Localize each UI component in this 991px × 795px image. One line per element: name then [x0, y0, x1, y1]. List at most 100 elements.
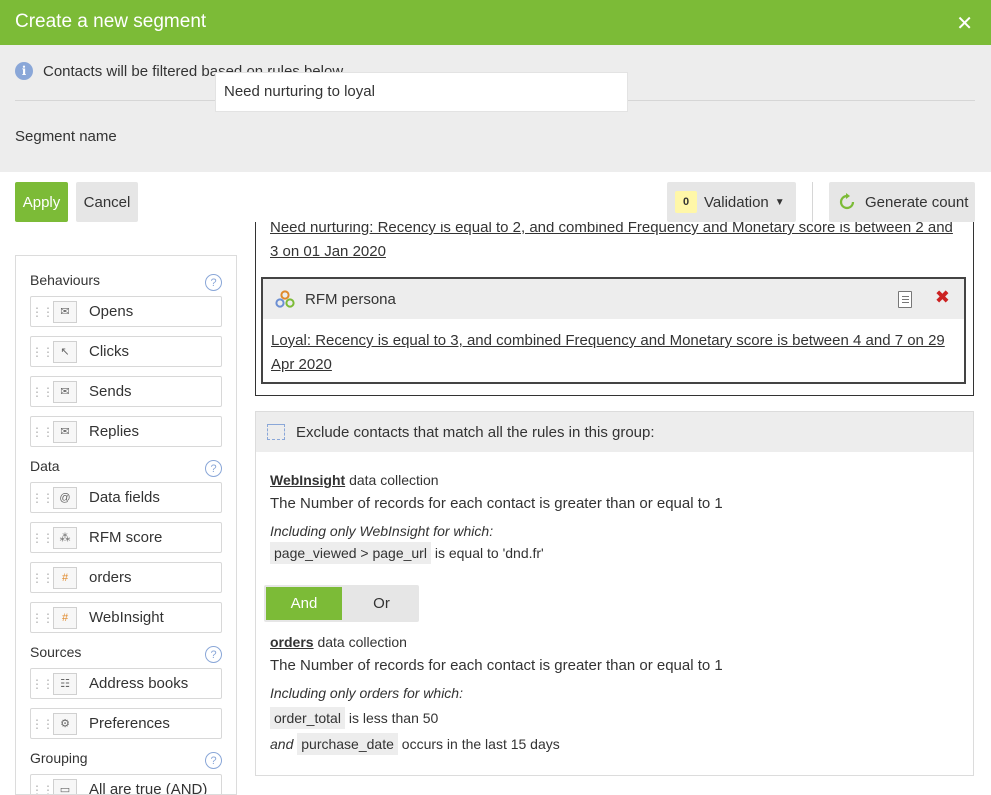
sidebar-item-label: Replies	[89, 423, 139, 440]
orders-collection-link[interactable]: orders	[270, 634, 314, 650]
help-icon[interactable]: ?	[205, 752, 222, 769]
help-icon[interactable]: ?	[205, 646, 222, 663]
sidebar-item-webinsight[interactable]: ⋮⋮ # WebInsight	[30, 602, 222, 633]
address-book-icon: ☷	[53, 673, 77, 695]
sidebar-item-label: All are true (AND)	[89, 781, 207, 795]
sidebar-item-sends[interactable]: ⋮⋮ ✉ Sends	[30, 376, 222, 407]
section-sources: Sources	[30, 644, 81, 660]
condition-text: occurs in the last 15 days	[402, 736, 560, 752]
sidebar-item-label: orders	[89, 569, 132, 586]
sidebar-item-label: Clicks	[89, 343, 129, 360]
group-box-icon	[267, 424, 285, 440]
drag-handle-icon[interactable]: ⋮⋮	[31, 783, 53, 795]
apply-button[interactable]: Apply	[15, 182, 68, 222]
drag-handle-icon[interactable]: ⋮⋮	[31, 491, 53, 505]
close-icon[interactable]: ✕	[956, 11, 973, 36]
preferences-icon: ⚙	[53, 713, 77, 735]
field-chip: order_total	[270, 707, 345, 729]
generate-count-button[interactable]: Generate count	[829, 182, 975, 222]
field-chip: page_viewed > page_url	[270, 542, 431, 564]
cancel-button[interactable]: Cancel	[76, 182, 138, 222]
drag-handle-icon[interactable]: ⋮⋮	[31, 611, 53, 625]
drag-handle-icon[interactable]: ⋮⋮	[31, 571, 53, 585]
validation-label: Validation	[704, 194, 769, 211]
sidebar-item-address-books[interactable]: ⋮⋮ ☷ Address books	[30, 668, 222, 699]
drag-handle-icon[interactable]: ⋮⋮	[31, 305, 53, 319]
section-behaviours: Behaviours	[30, 272, 100, 288]
exclude-group-header: Exclude contacts that match all the rule…	[256, 412, 973, 452]
drag-handle-icon[interactable]: ⋮⋮	[31, 425, 53, 439]
exclude-group: Exclude contacts that match all the rule…	[255, 411, 974, 776]
sidebar-item-rfm-score[interactable]: ⋮⋮ ⁂ RFM score	[30, 522, 222, 553]
drag-handle-icon[interactable]: ⋮⋮	[31, 345, 53, 359]
sidebar-item-label: WebInsight	[89, 609, 164, 626]
document-hash-icon: #	[53, 567, 77, 589]
drag-handle-icon[interactable]: ⋮⋮	[31, 385, 53, 399]
info-icon: i	[15, 62, 33, 80]
orders-condition-1[interactable]: order_total is less than 50	[270, 710, 438, 726]
rfm-rule-title: RFM persona	[305, 291, 396, 308]
section-grouping: Grouping	[30, 750, 88, 766]
sidebar-item-all-are-true[interactable]: ⋮⋮ ▭ All are true (AND)	[30, 774, 222, 795]
orders-count-rule[interactable]: The Number of records for each contact i…	[270, 657, 723, 674]
segment-name-label: Segment name	[15, 128, 117, 145]
rfm-persona-rule: RFM persona ✖ Loyal: Recency is equal to…	[261, 277, 966, 384]
sidebar-item-label: Data fields	[89, 489, 160, 506]
sidebar-item-label: RFM score	[89, 529, 162, 546]
sidebar-item-clicks[interactable]: ⋮⋮ ↖ Clicks	[30, 336, 222, 367]
drag-handle-icon[interactable]: ⋮⋮	[31, 717, 53, 731]
or-button[interactable]: Or	[344, 585, 419, 622]
envelope-reply-icon: ✉	[53, 421, 77, 443]
envelope-open-icon: ✉	[53, 301, 77, 323]
rule-need-nurturing[interactable]: Need nurturing: Recency is equal to 2, a…	[270, 222, 960, 264]
orders-condition-2[interactable]: and purchase_date occurs in the last 15 …	[270, 736, 560, 752]
validation-dropdown[interactable]: 0 Validation ▼	[667, 182, 796, 222]
dialog-title: Create a new segment	[15, 11, 206, 33]
segment-name-input[interactable]: Need nurturing to loyal	[215, 72, 628, 112]
drag-handle-icon[interactable]: ⋮⋮	[31, 677, 53, 691]
webinsight-collection-line: WebInsight data collection	[270, 472, 439, 488]
sidebar-item-data-fields[interactable]: ⋮⋮ @ Data fields	[30, 482, 222, 513]
field-chip: purchase_date	[297, 733, 398, 755]
dialog-titlebar: Create a new segment ✕	[0, 0, 991, 45]
sidebar-item-opens[interactable]: ⋮⋮ ✉ Opens	[30, 296, 222, 327]
and-or-toggle: And Or	[264, 585, 419, 622]
webinsight-including: Including only WebInsight for which:	[270, 523, 493, 539]
drag-handle-icon[interactable]: ⋮⋮	[31, 531, 53, 545]
envelope-send-icon: ✉	[53, 381, 77, 403]
webinsight-collection-link[interactable]: WebInsight	[270, 472, 345, 488]
include-group: Need nurturing: Recency is equal to 2, a…	[255, 222, 974, 396]
sidebar-item-orders[interactable]: ⋮⋮ # orders	[30, 562, 222, 593]
caret-down-icon: ▼	[775, 197, 785, 208]
rfm-rule-text[interactable]: Loyal: Recency is equal to 3, and combin…	[271, 329, 963, 377]
validation-count-badge: 0	[675, 191, 697, 213]
rfm-icon	[275, 290, 295, 308]
help-icon[interactable]: ?	[205, 460, 222, 477]
orders-including: Including only orders for which:	[270, 685, 463, 701]
rfm-rule-header: RFM persona ✖	[263, 279, 964, 319]
cursor-icon: ↖	[53, 341, 77, 363]
webinsight-condition[interactable]: page_viewed > page_url is equal to 'dnd.…	[270, 545, 544, 561]
help-icon[interactable]: ?	[205, 274, 222, 291]
rules-sidebar: Behaviours ? ⋮⋮ ✉ Opens ⋮⋮ ↖ Clicks ⋮⋮ ✉…	[15, 255, 237, 795]
webinsight-count-rule[interactable]: The Number of records for each contact i…	[270, 495, 723, 512]
copy-icon[interactable]	[898, 291, 912, 308]
and-button[interactable]: And	[266, 587, 342, 620]
sidebar-item-label: Preferences	[89, 715, 170, 732]
section-data: Data	[30, 458, 60, 474]
exclude-group-title: Exclude contacts that match all the rule…	[296, 424, 655, 441]
orders-collection-line: orders data collection	[270, 634, 407, 650]
rfm-icon: ⁂	[53, 527, 77, 549]
collection-suffix: data collection	[349, 472, 439, 488]
sidebar-item-label: Opens	[89, 303, 133, 320]
sidebar-item-preferences[interactable]: ⋮⋮ ⚙ Preferences	[30, 708, 222, 739]
data-fields-icon: @	[53, 487, 77, 509]
delete-icon[interactable]: ✖	[935, 287, 950, 308]
refresh-icon	[837, 192, 857, 212]
sidebar-item-replies[interactable]: ⋮⋮ ✉ Replies	[30, 416, 222, 447]
sidebar-item-label: Sends	[89, 383, 132, 400]
sidebar-item-label: Address books	[89, 675, 188, 692]
toolbar-divider	[812, 182, 813, 222]
joiner-text: and	[270, 736, 293, 752]
condition-text: is equal to 'dnd.fr'	[435, 545, 544, 561]
